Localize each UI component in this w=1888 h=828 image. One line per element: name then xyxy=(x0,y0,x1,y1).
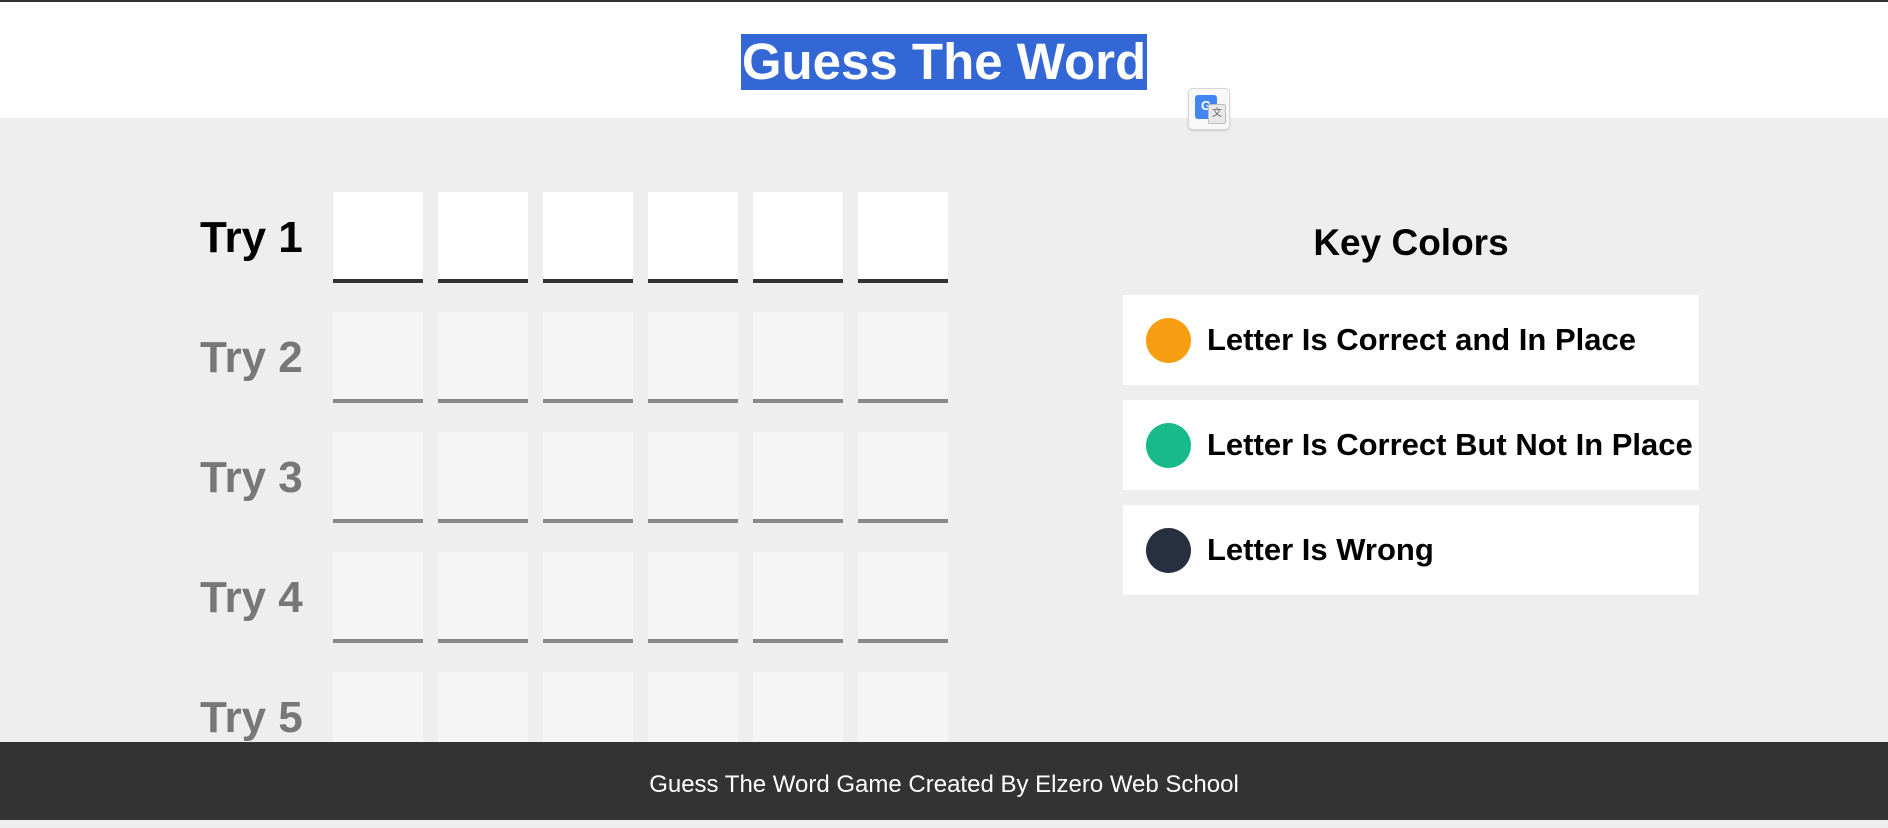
orange-dot-icon xyxy=(1146,318,1191,363)
footer-text: Guess The Word Game Created By Elzero We… xyxy=(649,771,1239,798)
page-footer: Guess The Word Game Created By Elzero We… xyxy=(0,742,1888,820)
translate-char-glyph: 文 xyxy=(1208,104,1226,124)
letter-input xyxy=(438,312,528,403)
letter-input[interactable] xyxy=(543,192,633,283)
letter-input xyxy=(438,552,528,643)
letter-input xyxy=(753,432,843,523)
try-label: Try 3 xyxy=(200,453,303,502)
letter-input[interactable] xyxy=(333,192,423,283)
letter-input xyxy=(438,432,528,523)
try-label: Try 4 xyxy=(200,573,303,622)
key-colors-title: Key Colors xyxy=(1313,222,1509,263)
letter-inputs xyxy=(333,312,953,404)
letter-input xyxy=(543,552,633,643)
key-item-not-in-place: Letter Is Correct But Not In Place xyxy=(1123,400,1699,490)
letter-input xyxy=(648,312,738,403)
key-item-wrong: Letter Is Wrong xyxy=(1123,505,1699,595)
try-label: Try 1 xyxy=(200,213,303,262)
letter-input xyxy=(753,312,843,403)
letter-input xyxy=(333,312,423,403)
page-title: Guess The Word xyxy=(740,33,1148,90)
key-item-label: Letter Is Wrong xyxy=(1207,532,1434,567)
key-item-label: Letter Is Correct and In Place xyxy=(1207,322,1636,357)
letter-input[interactable] xyxy=(438,192,528,283)
letter-input xyxy=(333,432,423,523)
letter-input xyxy=(858,552,948,643)
green-dot-icon xyxy=(1146,423,1191,468)
letter-input xyxy=(858,432,948,523)
letter-input xyxy=(648,552,738,643)
letter-inputs xyxy=(333,192,953,284)
letter-input xyxy=(333,552,423,643)
letter-input[interactable] xyxy=(753,192,843,283)
letter-input xyxy=(543,312,633,403)
letter-input xyxy=(648,432,738,523)
letter-input xyxy=(753,552,843,643)
page-header: Guess The Word xyxy=(0,2,1888,118)
dark-dot-icon xyxy=(1146,528,1191,573)
letter-inputs xyxy=(333,432,953,524)
letter-input[interactable] xyxy=(858,192,948,283)
letter-input xyxy=(543,432,633,523)
letter-input[interactable] xyxy=(648,192,738,283)
google-translate-icon[interactable]: G 文 xyxy=(1188,88,1230,130)
letter-input xyxy=(858,312,948,403)
key-item-in-place: Letter Is Correct and In Place xyxy=(1123,295,1699,385)
try-label: Try 2 xyxy=(200,333,303,382)
letter-inputs xyxy=(333,552,953,644)
key-item-label: Letter Is Correct But Not In Place xyxy=(1207,427,1693,462)
